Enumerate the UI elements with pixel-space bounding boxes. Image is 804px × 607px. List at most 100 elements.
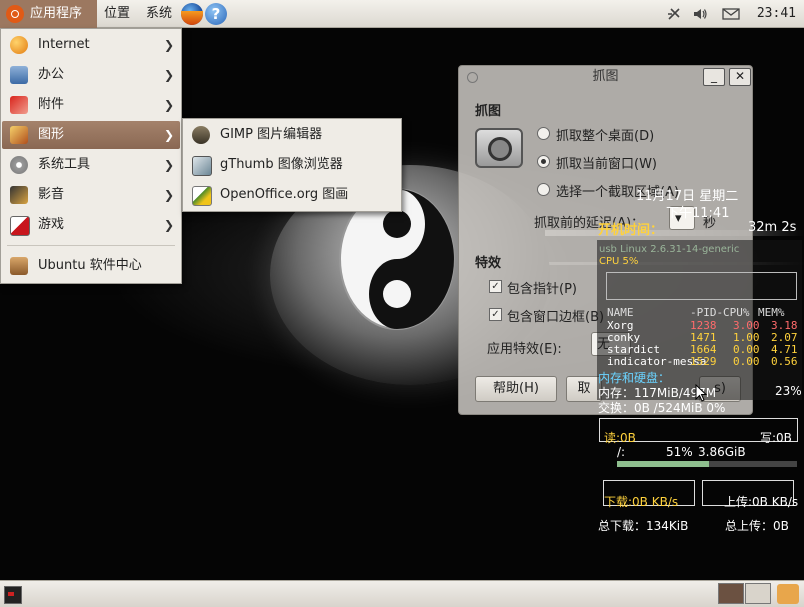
minimize-button[interactable]: _ — [703, 68, 725, 86]
draw-icon — [192, 186, 212, 206]
gthumb-icon — [192, 156, 212, 176]
chevron-right-icon: ❯ — [163, 98, 174, 112]
disk-free: 3.86GiB — [698, 445, 746, 459]
show-desktop-icon[interactable] — [4, 586, 22, 604]
menu-item-label: 附件 — [38, 97, 65, 112]
firefox-launcher-icon[interactable] — [181, 3, 203, 25]
system-menu[interactable]: 系统 — [140, 0, 178, 28]
include-pointer-checkbox[interactable]: ✓ — [489, 280, 502, 293]
option-current-window-label[interactable]: 抓取当前窗口(W) — [556, 153, 657, 172]
menu-item-internet[interactable]: Internet ❯ — [2, 31, 180, 59]
option-select-area-radio[interactable] — [537, 183, 550, 196]
effects-title: 特效 — [475, 256, 502, 271]
menu-item-office[interactable]: 办公 ❯ — [2, 61, 180, 89]
chevron-right-icon: ❯ — [163, 218, 174, 232]
help-launcher-icon[interactable]: ? — [205, 3, 227, 25]
trash-icon[interactable] — [777, 584, 799, 604]
proc-pid: 1529 — [690, 355, 717, 368]
chevron-right-icon: ❯ — [163, 68, 174, 82]
menu-item-label: 办公 — [38, 67, 65, 82]
graphics-icon — [10, 126, 28, 144]
conky-time: 下午11:41 — [666, 206, 730, 221]
close-button[interactable]: ✕ — [729, 68, 751, 86]
proc-header-mem: MEM% — [758, 306, 785, 319]
menu-item-label: 图形 — [38, 127, 65, 142]
section-title: 抓图 — [475, 104, 502, 119]
uptime-value: 32m 2s — [748, 220, 797, 235]
proc-cpu: 0.00 — [733, 355, 760, 368]
applications-menu[interactable]: 应用程序 — [0, 0, 97, 28]
multimedia-icon — [10, 186, 28, 204]
disk-read: 读:0B — [604, 431, 636, 445]
include-border-label[interactable]: 包含窗口边框(B) — [507, 306, 604, 325]
office-icon — [10, 66, 28, 84]
graphics-submenu: GIMP 图片编辑器 gThumb 图像浏览器 OpenOffice.org 图… — [182, 118, 402, 212]
total-download: 总下载：134KiB — [598, 519, 689, 533]
upload-rate: 上传:0B KB/s — [724, 495, 799, 509]
disk-usage-bar — [617, 461, 797, 467]
ubuntu-logo-icon — [6, 5, 24, 23]
proc-header-cpu: CPU% — [723, 306, 750, 319]
menu-item-games[interactable]: 游戏 ❯ — [2, 211, 180, 239]
proc-mem: 0.56 — [771, 355, 798, 368]
workspace-1[interactable] — [718, 583, 744, 604]
chevron-right-icon: ❯ — [163, 38, 174, 52]
applications-dropdown: Internet ❯ 办公 ❯ 附件 ❯ 图形 ❯ 系统工具 ❯ 影音 ❯ 游戏… — [0, 28, 182, 284]
proc-header-pid: -PID- — [690, 306, 724, 319]
system-tools-icon — [10, 156, 28, 174]
volume-icon[interactable] — [692, 6, 708, 22]
disk-percent: 51% — [666, 445, 693, 459]
clock[interactable]: 23:41 — [757, 0, 796, 28]
proc-header-name: NAME — [607, 306, 634, 319]
include-border-checkbox[interactable]: ✓ — [489, 308, 502, 321]
menu-item-label: Ubuntu 软件中心 — [38, 258, 142, 273]
help-button[interactable]: 帮助(H) — [475, 376, 557, 402]
menu-item-label: 游戏 — [38, 217, 65, 232]
top-panel: 应用程序 位置 系统 ? 23:41 — [0, 0, 804, 28]
places-menu[interactable]: 位置 — [98, 0, 136, 28]
cpu-graph — [606, 272, 797, 300]
submenu-item-openoffice-draw[interactable]: OpenOffice.org 图画 — [184, 180, 400, 210]
submenu-item-label: gThumb 图像浏览器 — [220, 157, 343, 172]
network-disabled-icon[interactable] — [666, 6, 682, 22]
memory-percent: 23% — [775, 384, 802, 398]
uptime-label: 开机时间： — [598, 223, 664, 238]
submenu-item-gimp[interactable]: GIMP 图片编辑器 — [184, 120, 400, 150]
menu-separator — [7, 245, 175, 246]
applications-menu-label: 应用程序 — [30, 6, 83, 21]
download-rate: 下载:0B KB/s — [604, 495, 679, 509]
menu-item-software-center[interactable]: Ubuntu 软件中心 — [2, 252, 180, 280]
include-pointer-label[interactable]: 包含指针(P) — [507, 278, 577, 297]
submenu-item-label: OpenOffice.org 图画 — [220, 187, 349, 202]
option-whole-desktop-label[interactable]: 抓取整个桌面(D) — [556, 125, 654, 144]
chevron-right-icon: ❯ — [163, 128, 174, 142]
kernel-info: usb Linux 2.6.31-14-generic — [599, 244, 740, 255]
gimp-icon — [192, 126, 210, 144]
menu-item-accessories[interactable]: 附件 ❯ — [2, 91, 180, 119]
menu-item-multimedia[interactable]: 影音 ❯ — [2, 181, 180, 209]
app-effect-label: 应用特效(E): — [487, 342, 562, 357]
cpu-usage: CPU 5% — [599, 256, 639, 267]
globe-icon — [10, 36, 28, 54]
menu-item-system-tools[interactable]: 系统工具 ❯ — [2, 151, 180, 179]
menu-item-label: Internet — [38, 37, 90, 52]
menu-item-label: 系统工具 — [38, 157, 91, 172]
disk-root-label: /: — [617, 445, 626, 459]
submenu-item-label: GIMP 图片编辑器 — [220, 127, 323, 142]
software-center-icon — [10, 257, 28, 275]
accessories-icon — [10, 96, 28, 114]
total-upload: 总上传：0B — [725, 519, 789, 533]
mail-icon[interactable] — [722, 6, 740, 22]
submenu-item-gthumb[interactable]: gThumb 图像浏览器 — [184, 150, 400, 180]
option-current-window-radio[interactable] — [537, 155, 550, 168]
bottom-panel — [0, 580, 804, 607]
menu-item-graphics[interactable]: 图形 ❯ — [2, 121, 180, 149]
option-whole-desktop-radio[interactable] — [537, 127, 550, 140]
menu-item-label: 影音 — [38, 187, 65, 202]
chevron-right-icon: ❯ — [163, 158, 174, 172]
camera-icon — [475, 128, 523, 168]
workspace-2[interactable] — [745, 583, 771, 604]
desktop: 抓图 _ ✕ 抓图 抓取整个桌面(D) 抓取当前窗口(W) 选择一个截取区域(A… — [0, 0, 804, 607]
chevron-right-icon: ❯ — [163, 188, 174, 202]
games-icon — [10, 216, 30, 236]
